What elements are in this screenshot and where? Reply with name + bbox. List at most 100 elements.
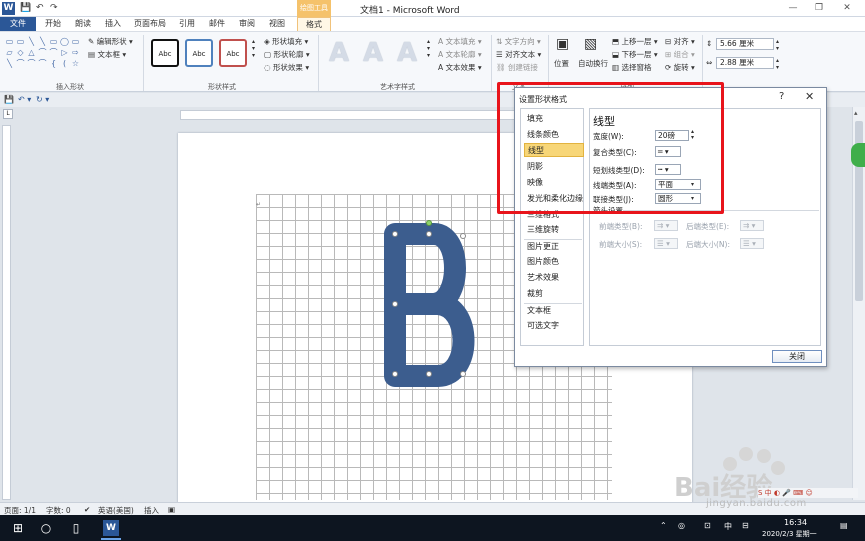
word-taskbar-icon[interactable]: W [103,520,119,536]
wrap-text-button[interactable]: 自动换行 [578,58,608,69]
spell-check-icon[interactable]: ✔ [84,505,90,514]
windows-start-icon[interactable]: ⊞ [10,520,26,536]
ime-toolbar[interactable]: S 中 ◐ 🎤 ⌨ ☺ [758,488,858,498]
tab-read-aloud[interactable]: 朗读 [70,17,96,31]
chevron-shape-icon[interactable]: ▷ [59,47,70,58]
nav-item-picture-corrections[interactable]: 图片更正 [524,240,584,254]
shape-style-red[interactable]: Abc [219,39,247,67]
shape-style-blue[interactable]: Abc [185,39,213,67]
redo-icon[interactable]: ↷ [50,3,58,13]
brace-icon[interactable]: { [48,58,59,69]
selection-handle[interactable] [392,231,398,237]
nav-item-3d-rotation[interactable]: 三维旋转 [524,223,584,237]
dialog-close-button[interactable]: 关闭 [772,350,822,363]
textbox-shape-icon[interactable]: ▭ [15,36,26,47]
shape-height-field[interactable]: 5.66 厘米 [716,38,774,50]
tab-review[interactable]: 审阅 [234,17,260,31]
line-icon[interactable]: ╲ [26,36,37,47]
group-button[interactable]: ⊞ 组合 ▾ [665,49,695,60]
shape-outline-button[interactable]: ▢ 形状轮廓 ▾ [264,49,310,60]
restore-icon[interactable]: ❐ [808,2,830,15]
text-direction-button[interactable]: ⇅ 文字方向 ▾ [496,36,541,47]
save-icon[interactable]: 💾 [20,3,31,13]
scroll-up-icon[interactable]: ▴ [854,109,858,117]
block-arrow-icon[interactable]: ⇨ [70,47,81,58]
selection-pane-button[interactable]: ▥ 选择窗格 [612,62,651,73]
oval-icon[interactable]: ◯ [59,36,70,47]
create-link-button[interactable]: ⛓ 创建链接 [496,62,538,73]
text-box-button[interactable]: ▤ 文本框 ▾ [88,49,126,60]
arc4-icon[interactable]: ⌒ [37,58,48,69]
save-small-icon[interactable]: 💾 [4,95,14,104]
bracket-icon[interactable]: ( [59,58,70,69]
arc-icon[interactable]: ⌒ [37,47,48,58]
nav-item-alt-text[interactable]: 可选文字 [524,319,584,333]
undo-small-icon[interactable]: ↶ ▾ [18,95,31,104]
clock-date[interactable]: 2020/2/3 星期一 [762,529,817,539]
bring-forward-button[interactable]: ⬒ 上移一层 ▾ [612,36,658,47]
wordart-style-1[interactable]: A [324,38,354,68]
nav-item-text-box[interactable]: 文本框 [524,304,584,318]
shape-gallery[interactable]: ▭ ▭ ╲ ╲ ▭ ◯ ▭ ▱ ◇ △ ⌒ ⌒ ▷ ⇨ ╲ ⌒ ⌒ ⌒ { ( … [4,36,82,70]
text-outline-button[interactable]: A 文本轮廓 ▾ [438,49,482,60]
shape-width-field[interactable]: 2.88 厘米 [716,57,774,69]
vertical-ruler[interactable] [2,125,11,500]
end-type-dropdown[interactable]: ⇉ ▾ [740,220,764,231]
tab-view[interactable]: 视图 [264,17,290,31]
triangle-icon[interactable]: △ [26,47,37,58]
wordart-gallery-scroll[interactable]: ▴ ▾ ▾ [427,38,430,59]
arc3-icon[interactable]: ⌒ [26,58,37,69]
selection-handle[interactable] [392,371,398,377]
tab-references[interactable]: 引用 [174,17,200,31]
align-button[interactable]: ⊟ 对齐 ▾ [665,36,695,47]
end-size-dropdown[interactable]: ☰ ▾ [740,238,764,249]
wordart-style-2[interactable]: A [358,38,388,68]
task-view-icon[interactable]: ▯ [68,520,84,536]
window-close-icon[interactable]: ✕ [836,2,858,15]
redo-small-icon[interactable]: ↻ ▾ [36,95,49,104]
tab-home[interactable]: 开始 [40,17,66,31]
macro-icon[interactable]: ▣ [168,505,175,514]
selection-handle[interactable] [460,371,466,377]
rotate-button[interactable]: ⟳ 旋转 ▾ [665,62,695,73]
text-fill-button[interactable]: A 文本填充 ▾ [438,36,482,47]
tab-mailings[interactable]: 邮件 [204,17,230,31]
star-icon[interactable]: ☆ [70,58,81,69]
minimize-icon[interactable]: — [782,2,804,15]
shape-fill-button[interactable]: ◈ 形状填充 ▾ [264,36,308,47]
tab-format[interactable]: 格式 [297,17,331,31]
tab-insert[interactable]: 插入 [100,17,126,31]
diagonal-icon[interactable]: ╲ [4,58,15,69]
begin-type-dropdown[interactable]: ⇉ ▾ [654,220,678,231]
height-spinner[interactable]: ▴ ▾ [776,38,779,52]
width-spinner[interactable]: ▴ ▾ [776,57,779,71]
wrap-text-icon[interactable]: ▧ [584,36,597,52]
arc2-icon[interactable]: ⌒ [15,58,26,69]
begin-size-dropdown[interactable]: ☰ ▾ [654,238,678,249]
selection-handle[interactable] [460,233,466,239]
diamond-icon[interactable]: ◇ [15,47,26,58]
selection-handle[interactable] [426,231,432,237]
position-button[interactable]: 位置 [554,58,569,69]
rect-icon[interactable]: ▭ [70,36,81,47]
undo-icon[interactable]: ↶ [36,3,44,13]
people-icon[interactable]: ⌃ [660,521,667,530]
side-widget-icon[interactable] [851,143,865,167]
shape-effects-button[interactable]: ◌ 形状效果 ▾ [264,62,309,73]
dialog-close-icon[interactable]: ✕ [805,90,814,103]
edit-shape-button[interactable]: ✎ 编辑形状 ▾ [88,36,133,47]
style-gallery-scroll[interactable]: ▴ ▾ ▾ [252,38,255,59]
help-icon[interactable]: ? [779,91,784,102]
selection-handle[interactable] [426,371,432,377]
arrow-line-icon[interactable]: ╲ [37,36,48,47]
nav-item-crop[interactable]: 裁剪 [524,287,584,301]
selection-handle[interactable] [392,301,398,307]
text-effects-button[interactable]: A 文本效果 ▾ [438,62,482,73]
wordart-style-3[interactable]: A [392,38,422,68]
curve-icon[interactable]: ⌒ [48,47,59,58]
nav-item-artistic-effects[interactable]: 艺术效果 [524,271,584,285]
letter-b-shape[interactable] [370,218,490,388]
rounded-rect-icon[interactable]: ▭ [48,36,59,47]
tab-selector-icon[interactable]: L [3,109,13,119]
parallelogram-icon[interactable]: ▱ [4,47,15,58]
